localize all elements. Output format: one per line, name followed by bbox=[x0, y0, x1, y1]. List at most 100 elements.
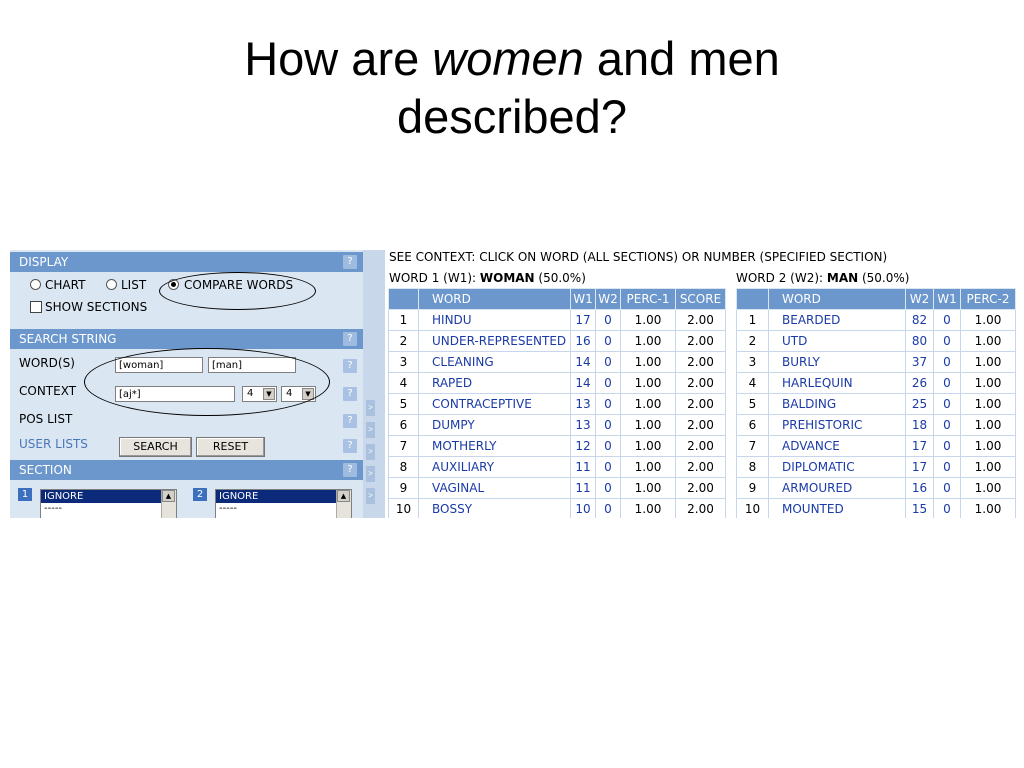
rank-cell[interactable]: 3 bbox=[388, 351, 419, 373]
radio-chart[interactable] bbox=[30, 279, 41, 290]
frequency-cell[interactable]: 18 bbox=[905, 414, 934, 436]
word-link[interactable]: MOUNTED bbox=[768, 498, 906, 518]
section-1-scrollbar[interactable]: ▲ bbox=[161, 490, 176, 518]
rank-cell[interactable]: 8 bbox=[388, 456, 419, 478]
context-input[interactable] bbox=[115, 386, 235, 402]
rank-cell[interactable]: 6 bbox=[388, 414, 419, 436]
rank-cell[interactable]: 5 bbox=[736, 393, 769, 415]
rank-cell[interactable]: 1 bbox=[388, 309, 419, 331]
frequency-cell[interactable]: 17 bbox=[905, 435, 934, 457]
word-link[interactable]: MOTHERLY bbox=[418, 435, 571, 457]
rank-cell[interactable]: 7 bbox=[736, 435, 769, 457]
section-2-item[interactable]: ----- bbox=[216, 503, 351, 515]
frequency-cell[interactable]: 0 bbox=[595, 351, 621, 373]
word-link[interactable]: CONTRACEPTIVE bbox=[418, 393, 571, 415]
word-link[interactable]: PREHISTORIC bbox=[768, 414, 906, 436]
words-help-icon[interactable]: ? bbox=[343, 359, 357, 373]
search-string-help-icon[interactable]: ? bbox=[343, 332, 357, 346]
word-link[interactable]: CLEANING bbox=[418, 351, 571, 373]
section-1-listbox[interactable]: IGNORE ----- ▲ bbox=[40, 489, 177, 518]
frequency-cell[interactable]: 0 bbox=[595, 435, 621, 457]
word-link[interactable]: BOSSY bbox=[418, 498, 571, 518]
reset-button[interactable]: RESET bbox=[196, 437, 265, 457]
frequency-cell[interactable]: 0 bbox=[933, 477, 961, 499]
word-link[interactable]: ADVANCE bbox=[768, 435, 906, 457]
frequency-cell[interactable]: 16 bbox=[905, 477, 934, 499]
frequency-cell[interactable]: 0 bbox=[933, 309, 961, 331]
rank-cell[interactable]: 9 bbox=[388, 477, 419, 499]
section-2-item-selected[interactable]: IGNORE bbox=[216, 490, 351, 503]
section-1-item-selected[interactable]: IGNORE bbox=[41, 490, 176, 503]
context-help-icon[interactable]: ? bbox=[343, 387, 357, 401]
search-button[interactable]: SEARCH bbox=[119, 437, 192, 457]
frequency-cell[interactable]: 0 bbox=[933, 372, 961, 394]
frequency-cell[interactable]: 17 bbox=[905, 456, 934, 478]
frequency-cell[interactable]: 0 bbox=[933, 393, 961, 415]
word1-input[interactable] bbox=[115, 357, 203, 373]
rank-cell[interactable]: 2 bbox=[736, 330, 769, 352]
frequency-cell[interactable]: 17 bbox=[570, 309, 596, 331]
radio-compare-words[interactable] bbox=[168, 279, 179, 290]
rank-cell[interactable]: 10 bbox=[736, 498, 769, 518]
frequency-cell[interactable]: 0 bbox=[595, 393, 621, 415]
frequency-cell[interactable]: 0 bbox=[933, 456, 961, 478]
word-link[interactable]: HINDU bbox=[418, 309, 571, 331]
rank-cell[interactable]: 3 bbox=[736, 351, 769, 373]
expand-arrow-icon[interactable]: > bbox=[366, 400, 375, 416]
frequency-cell[interactable]: 0 bbox=[595, 456, 621, 478]
frequency-cell[interactable]: 0 bbox=[595, 498, 621, 518]
context-right-select[interactable]: 4 ▼ bbox=[281, 386, 316, 402]
word-link[interactable]: RAPED bbox=[418, 372, 571, 394]
word-link[interactable]: HARLEQUIN bbox=[768, 372, 906, 394]
frequency-cell[interactable]: 0 bbox=[933, 498, 961, 518]
section-2-listbox[interactable]: IGNORE ----- ▲ bbox=[215, 489, 352, 518]
display-help-icon[interactable]: ? bbox=[343, 255, 357, 269]
frequency-cell[interactable]: 0 bbox=[933, 351, 961, 373]
scroll-up-icon[interactable]: ▲ bbox=[337, 490, 350, 502]
frequency-cell[interactable]: 25 bbox=[905, 393, 934, 415]
frequency-cell[interactable]: 12 bbox=[570, 435, 596, 457]
frequency-cell[interactable]: 14 bbox=[570, 372, 596, 394]
show-sections-checkbox[interactable] bbox=[30, 301, 42, 313]
word2-input[interactable] bbox=[208, 357, 296, 373]
frequency-cell[interactable]: 16 bbox=[570, 330, 596, 352]
frequency-cell[interactable]: 0 bbox=[933, 435, 961, 457]
rank-cell[interactable]: 9 bbox=[736, 477, 769, 499]
frequency-cell[interactable]: 10 bbox=[570, 498, 596, 518]
rank-cell[interactable]: 7 bbox=[388, 435, 419, 457]
word-link[interactable]: UTD bbox=[768, 330, 906, 352]
frequency-cell[interactable]: 0 bbox=[933, 414, 961, 436]
frequency-cell[interactable]: 0 bbox=[595, 372, 621, 394]
frequency-cell[interactable]: 0 bbox=[595, 414, 621, 436]
word-link[interactable]: AUXILIARY bbox=[418, 456, 571, 478]
frequency-cell[interactable]: 0 bbox=[595, 477, 621, 499]
frequency-cell[interactable]: 0 bbox=[595, 309, 621, 331]
frequency-cell[interactable]: 0 bbox=[933, 330, 961, 352]
frequency-cell[interactable]: 13 bbox=[570, 393, 596, 415]
word-link[interactable]: ARMOURED bbox=[768, 477, 906, 499]
frequency-cell[interactable]: 14 bbox=[570, 351, 596, 373]
frequency-cell[interactable]: 15 bbox=[905, 498, 934, 518]
user-lists-help-icon[interactable]: ? bbox=[343, 439, 357, 453]
expand-arrow-icon[interactable]: > bbox=[366, 444, 375, 460]
radio-list[interactable] bbox=[106, 279, 117, 290]
frequency-cell[interactable]: 37 bbox=[905, 351, 934, 373]
frequency-cell[interactable]: 82 bbox=[905, 309, 934, 331]
frequency-cell[interactable]: 11 bbox=[570, 456, 596, 478]
section-1-item[interactable]: ----- bbox=[41, 503, 176, 515]
word-link[interactable]: VAGINAL bbox=[418, 477, 571, 499]
word-link[interactable]: UNDER-REPRESENTED bbox=[418, 330, 571, 352]
expand-arrow-icon[interactable]: > bbox=[366, 488, 375, 504]
section-2-scrollbar[interactable]: ▲ bbox=[336, 490, 351, 518]
pos-list-help-icon[interactable]: ? bbox=[343, 414, 357, 428]
word-link[interactable]: DUMPY bbox=[418, 414, 571, 436]
rank-cell[interactable]: 2 bbox=[388, 330, 419, 352]
frequency-cell[interactable]: 26 bbox=[905, 372, 934, 394]
frequency-cell[interactable]: 0 bbox=[595, 330, 621, 352]
rank-cell[interactable]: 4 bbox=[388, 372, 419, 394]
rank-cell[interactable]: 10 bbox=[388, 498, 419, 518]
scroll-up-icon[interactable]: ▲ bbox=[162, 490, 175, 502]
context-left-select[interactable]: 4 ▼ bbox=[242, 386, 277, 402]
user-lists-link[interactable]: USER LISTS bbox=[19, 437, 88, 451]
frequency-cell[interactable]: 80 bbox=[905, 330, 934, 352]
